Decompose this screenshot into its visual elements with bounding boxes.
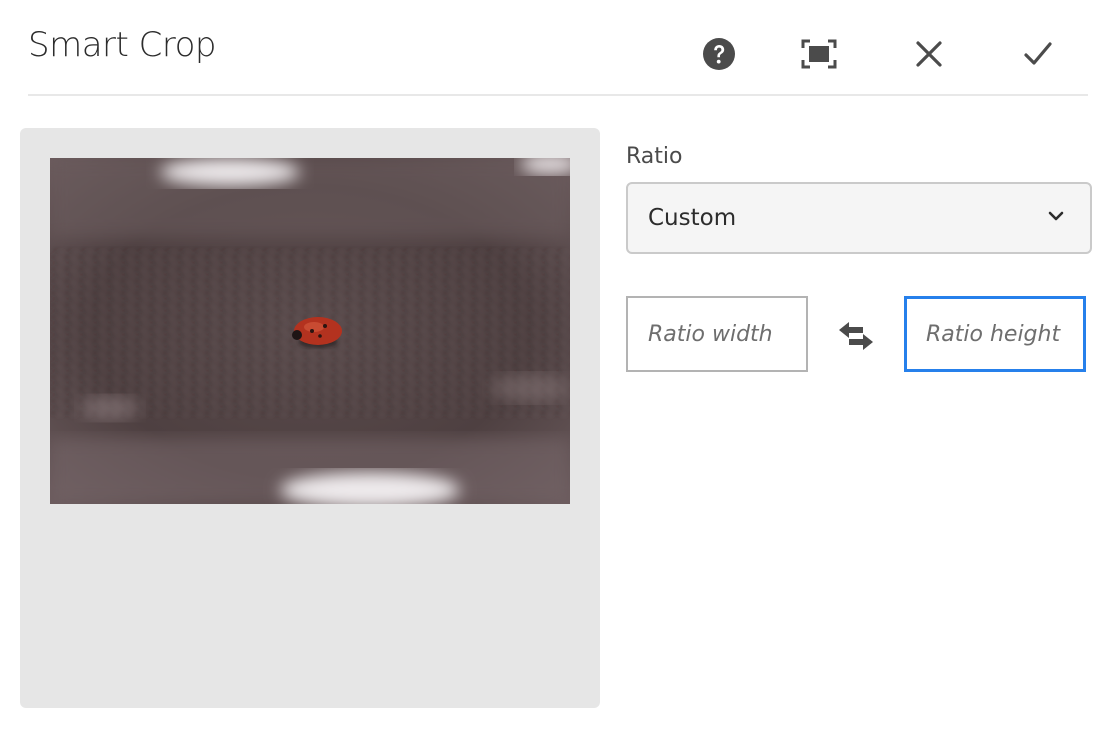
checkmark-icon <box>1024 42 1052 65</box>
ratio-height-input[interactable] <box>904 296 1086 372</box>
help-icon <box>703 38 735 70</box>
confirm-button[interactable] <box>1016 32 1060 76</box>
image-preview-panel <box>20 128 600 708</box>
chevron-down-icon <box>1048 211 1064 221</box>
close-icon <box>916 41 942 67</box>
swap-ratio-button[interactable] <box>834 318 878 354</box>
preview-image[interactable] <box>50 158 570 504</box>
ratio-select[interactable]: Custom <box>626 182 1092 254</box>
ratio-label: Ratio <box>626 144 683 169</box>
ratio-select-value: Custom <box>648 205 737 231</box>
dialog-title: Smart Crop <box>28 25 217 65</box>
close-button[interactable] <box>907 32 951 76</box>
ratio-controls: Ratio Custom <box>626 140 1096 372</box>
help-button[interactable] <box>697 32 741 76</box>
swap-icon <box>839 322 873 350</box>
fullscreen-icon <box>801 39 837 69</box>
header-divider <box>28 94 1088 96</box>
ratio-width-input[interactable] <box>626 296 808 372</box>
fullscreen-button[interactable] <box>797 32 841 76</box>
